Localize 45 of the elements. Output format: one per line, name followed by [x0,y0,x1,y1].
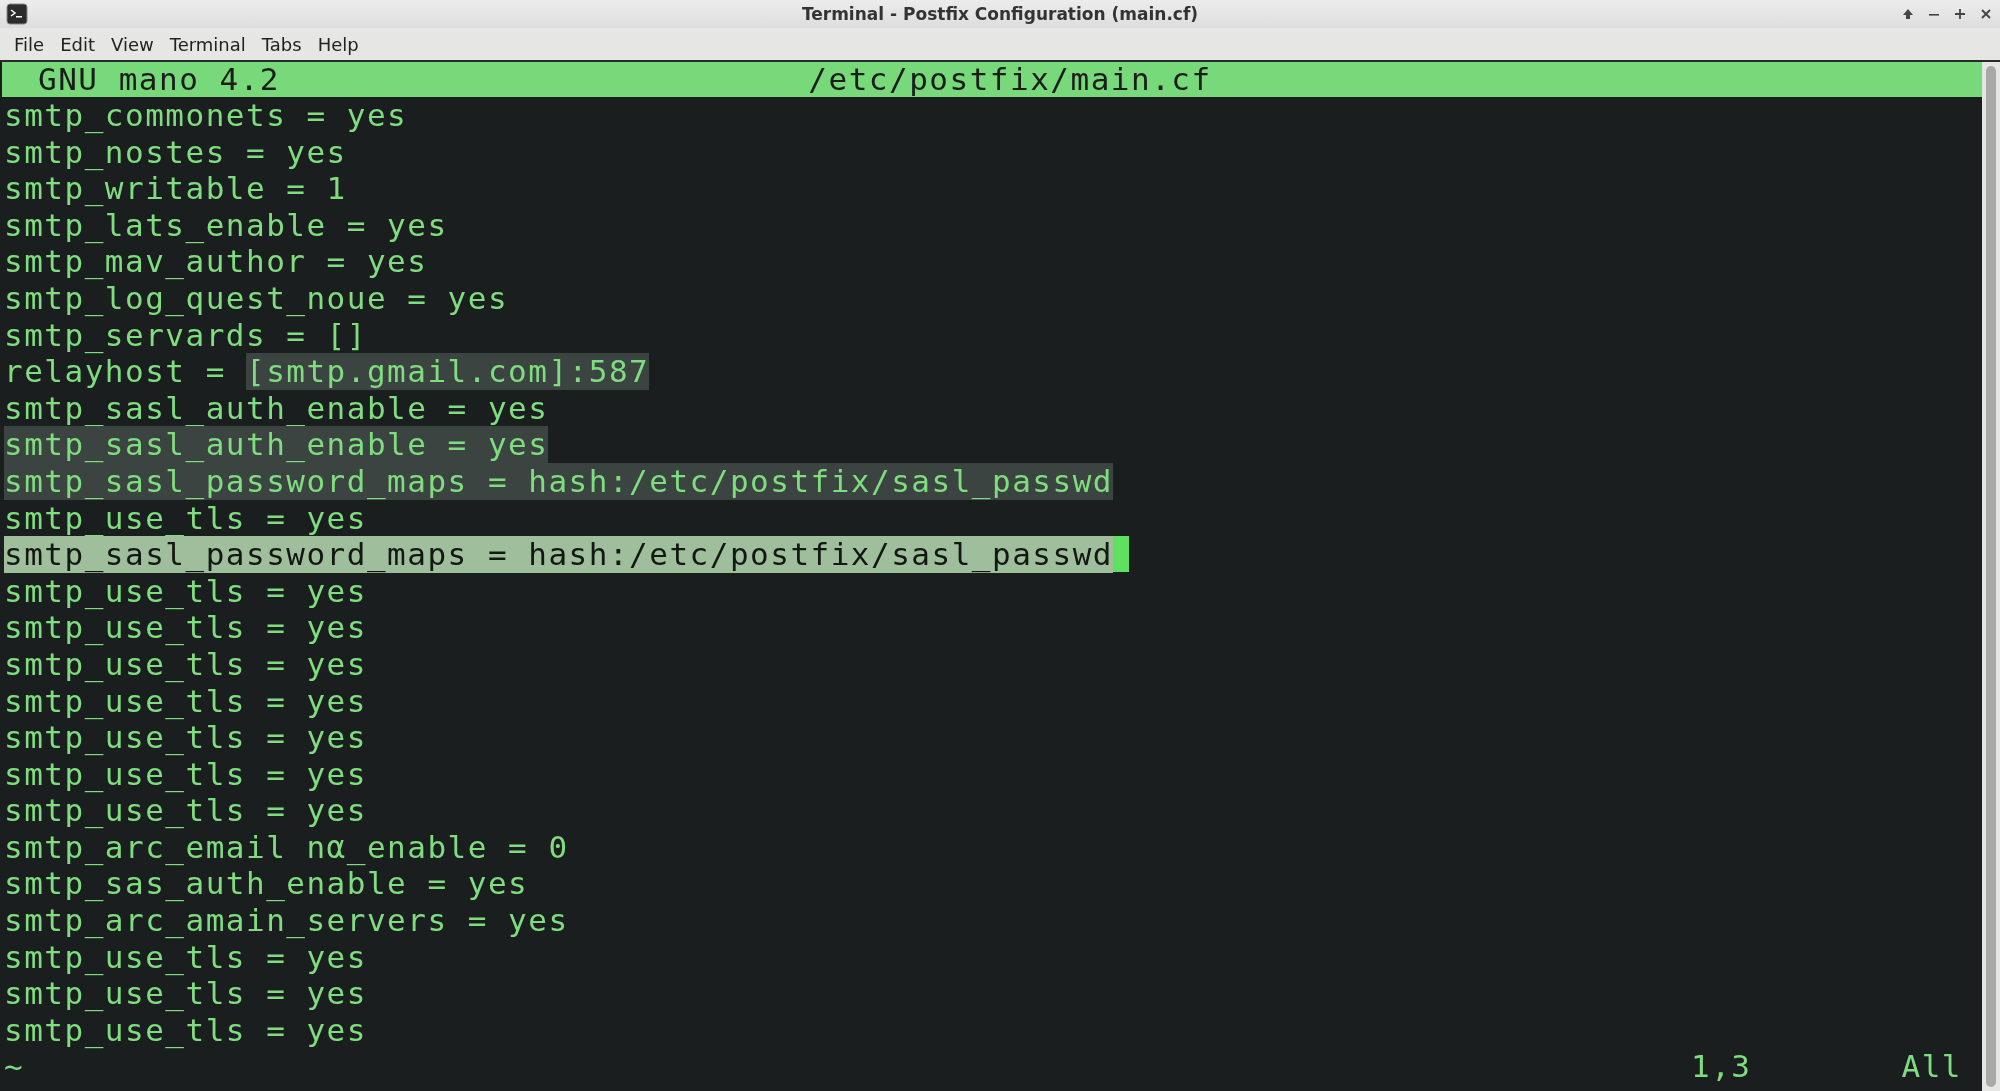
menu-item[interactable]: Help [309,31,367,57]
code-line: smtp_use_tls = yes [4,645,367,683]
menu-item[interactable]: Terminal [161,31,254,57]
code-line: smtp_use_tls = yes [4,1011,367,1049]
code-line: smtp_lats_enable = yes [4,206,448,244]
menu-item[interactable]: Tabs [253,31,310,57]
scrollbar-thumb[interactable] [1986,66,1996,1087]
code-line: smtp_use_tls = yes [4,938,367,976]
maximize-icon [1954,8,1966,20]
scroll-indicator: All [1901,1048,1962,1085]
code-line: smtp_commonets = yes [4,97,408,134]
maximize-button[interactable] [1952,6,1968,22]
code-line: smtp_use_tls = yes [4,499,367,537]
empty-line-marker: ~ [4,1048,25,1085]
highlighted-text: smtp_sasl_password_maps = hash:/etc/postfix/sasl_passwd [4,536,1113,573]
close-icon [1980,8,1992,20]
code-line: smtp_use_tls = yes [4,572,367,610]
code-line: smtp_nostes = yes [4,133,347,171]
up-arrow-icon [1902,8,1914,20]
code-line: smtp_sas_auth_enable = yes [4,865,529,903]
code-line: smtp_log_quest_noue = yes [4,279,509,317]
code-line: smtp_mav_author = yes [4,243,428,280]
highlighted-text: smtp_sasl_password_maps = hash:/etc/postfix/sasl_passwd [4,462,1113,500]
menu-item[interactable]: View [103,31,162,57]
code-line: smtp_use_tls = yes [4,755,367,793]
code-line: smtp_servards = [] [4,316,367,354]
code-line: smtp_writable = 1 [4,170,347,207]
window-title: Terminal - Postfix Configuration (main.cf) [801,4,1199,24]
code-line: smtp_arc_email nα_enable = 0 [4,828,569,866]
menu-item[interactable]: Edit [52,31,103,57]
code-line: smtp_use_tls = yes [4,719,367,756]
code-line: smtp_arc_amain_servers = yes [4,902,569,939]
menu-item[interactable]: File [6,31,53,57]
code-line: smtp_sasl_auth_enable = yes [4,389,549,427]
highlighted-text: smtp_sasl_auth_enable = yes [4,426,549,463]
cursor-position: 1,3 [1691,1048,1752,1085]
code-line: smtp_use_tls = yes [4,792,367,829]
program-version: GNU mano 4.2 [38,62,280,97]
code-line: smtp_use_tls = yes [4,609,367,646]
file-path: /etc/postfix/main.cf [808,62,1212,97]
terminal-icon [6,3,28,25]
code-line: smtp_use_tls = yes [4,975,367,1012]
code-line: smtp_use_tls = yes [4,682,367,720]
highlighted-text: [smtp.gmail.com]:587 [245,353,650,390]
code-line: relayhost = [4,353,226,390]
